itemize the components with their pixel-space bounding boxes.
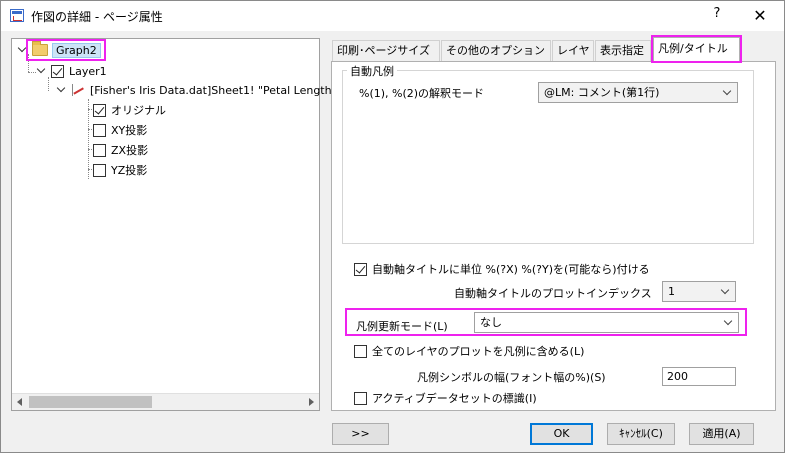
chevron-down-icon[interactable] xyxy=(37,66,47,76)
window-title: 作図の詳細 - ページ属性 xyxy=(31,10,163,24)
graph-app-icon xyxy=(10,9,24,22)
auto-legend-group: 自動凡例 %(1), %(2)の解釈モード @LM: コメント(第1行) xyxy=(342,63,754,244)
apply-button[interactable]: 適用(A) xyxy=(689,423,754,445)
mode-select-value: @LM: コメント(第1行) xyxy=(544,86,660,99)
include-all-layers-option[interactable]: 全てのレイヤのプロットを凡例に含める(L) xyxy=(354,343,584,359)
highlight-legend-tab xyxy=(651,35,742,63)
chevron-down-icon xyxy=(720,285,730,295)
original-checkbox[interactable] xyxy=(93,103,106,117)
tree-node-layer-label: Layer1 xyxy=(69,64,107,78)
chevron-down-icon[interactable] xyxy=(57,85,67,95)
legend-title-panel: 自動凡例 %(1), %(2)の解釈モード @LM: コメント(第1行) 自動軸… xyxy=(331,61,776,411)
tab-layer[interactable]: レイヤ xyxy=(552,40,594,61)
chevron-down-icon xyxy=(722,86,732,96)
symbol-width-input[interactable]: 200 xyxy=(662,367,736,386)
scroll-thumb[interactable] xyxy=(29,396,152,408)
layer-checkbox[interactable] xyxy=(51,64,64,78)
auto-legend-group-title: 自動凡例 xyxy=(347,63,397,79)
scroll-right-icon[interactable] xyxy=(309,398,314,406)
tab-other-options[interactable]: その他のオプション xyxy=(441,40,551,61)
tree-item-label: YZ投影 xyxy=(111,164,148,177)
cancel-button[interactable]: ｷｬﾝｾﾙ(C) xyxy=(607,423,675,445)
active-dataset-option[interactable]: アクティブデータセットの標識(I) xyxy=(354,390,537,406)
close-button[interactable]: ✕ xyxy=(745,4,775,28)
tree-node-plot-label: [Fisher's Iris Data.dat]Sheet1! "Petal L… xyxy=(90,83,332,97)
tree-connector xyxy=(28,72,36,73)
auto-axis-title-units-label: 自動軸タイトルに単位 %(?X) %(?Y)を(可能なら)付ける xyxy=(372,263,650,276)
mode-select[interactable]: @LM: コメント(第1行) xyxy=(538,82,738,103)
help-button[interactable]: ? xyxy=(707,6,727,26)
tree-connector xyxy=(88,99,89,179)
highlight-graph-node xyxy=(26,39,106,61)
include-all-layers-checkbox[interactable] xyxy=(354,344,367,358)
tree-item-label: XY投影 xyxy=(111,124,148,137)
tree-node-plot[interactable]: [Fisher's Iris Data.dat]Sheet1! "Petal L… xyxy=(57,81,332,99)
plot-index-select[interactable]: 1 xyxy=(662,281,736,302)
tree-item-label: オリジナル xyxy=(111,104,166,117)
tab-display[interactable]: 表示指定 xyxy=(595,40,651,61)
tab-print-page-size[interactable]: 印刷･ページサイズ xyxy=(332,40,440,61)
tree-item-label: ZX投影 xyxy=(111,144,149,157)
plot-index-label: 自動軸タイトルのプロットインデックス xyxy=(454,287,652,300)
tree-item-original[interactable]: オリジナル xyxy=(93,101,166,119)
symbol-width-label: 凡例シンボルの幅(フォント幅の%)(S) xyxy=(417,371,606,384)
tree-node-layer[interactable]: Layer1 xyxy=(37,62,107,80)
auto-axis-title-units-option[interactable]: 自動軸タイトルに単位 %(?X) %(?Y)を(可能なら)付ける xyxy=(354,261,650,277)
dialog-window: 作図の詳細 - ページ属性 ? ✕ Graph2 Layer1 [Fisher'… xyxy=(0,0,785,453)
tree-panel: Graph2 Layer1 [Fisher's Iris Data.dat]Sh… xyxy=(11,38,332,411)
plot-index-value: 1 xyxy=(668,285,675,298)
xy-projection-checkbox[interactable] xyxy=(93,123,106,137)
scroll-left-icon[interactable] xyxy=(17,398,22,406)
tree-item-zx[interactable]: ZX投影 xyxy=(93,141,148,159)
auto-axis-title-units-checkbox[interactable] xyxy=(354,262,367,276)
more-button[interactable]: >> xyxy=(332,423,389,445)
highlight-legend-update xyxy=(345,308,747,336)
tree-item-yz[interactable]: YZ投影 xyxy=(93,161,147,179)
tree-item-xy[interactable]: XY投影 xyxy=(93,121,147,139)
symbol-width-value: 200 xyxy=(667,370,688,383)
active-dataset-checkbox[interactable] xyxy=(354,391,367,405)
title-bar: 作図の詳細 - ページ属性 ? ✕ xyxy=(1,1,784,31)
line-plot-icon xyxy=(71,84,85,96)
zx-projection-checkbox[interactable] xyxy=(93,143,106,157)
yz-projection-checkbox[interactable] xyxy=(93,163,106,177)
mode-label: %(1), %(2)の解釈モード xyxy=(359,87,485,100)
active-dataset-label: アクティブデータセットの標識(I) xyxy=(372,392,537,405)
include-all-layers-label: 全てのレイヤのプロットを凡例に含める(L) xyxy=(372,345,585,358)
ok-button[interactable]: OK xyxy=(530,423,593,445)
horizontal-scrollbar[interactable] xyxy=(12,393,319,410)
